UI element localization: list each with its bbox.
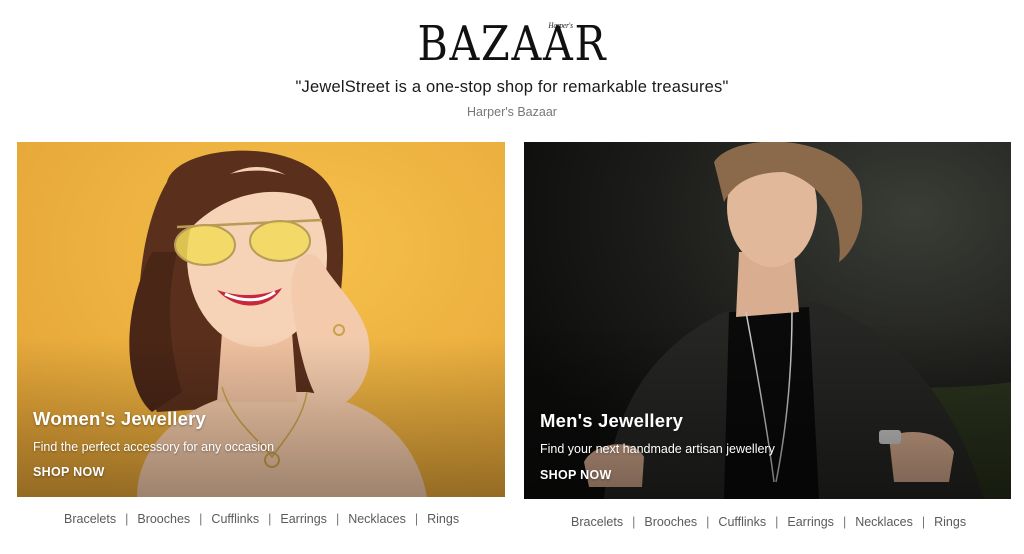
category-link-necklaces[interactable]: Necklaces: [855, 515, 913, 529]
link-separator: |: [706, 515, 710, 529]
womens-category-links: Bracelets | Brooches | Cufflinks | Earrings | Ne…: [64, 512, 459, 526]
card-subtitle: Find your next handmade artisan jeweller…: [540, 442, 775, 456]
card-subtitle: Find the perfect accessory for any occas…: [33, 440, 275, 454]
category-link-bracelets[interactable]: Bracelets: [571, 515, 623, 529]
category-link-cufflinks[interactable]: Cufflinks: [718, 515, 766, 529]
mens-category-links: Bracelets | Brooches | Cufflinks | Earrings | Ne…: [571, 515, 966, 529]
link-separator: |: [125, 512, 129, 526]
card-title: Men's Jewellery: [540, 410, 684, 431]
category-link-brooches[interactable]: Brooches: [137, 512, 190, 526]
shop-now-button[interactable]: SHOP NOW: [33, 465, 105, 479]
category-link-rings[interactable]: Rings: [934, 515, 966, 529]
category-link-rings[interactable]: Rings: [427, 512, 459, 526]
shop-now-button[interactable]: SHOP NOW: [540, 468, 612, 482]
link-separator: |: [842, 515, 847, 529]
quote-source: Harper's Bazaar: [467, 105, 557, 119]
mens-jewellery-card[interactable]: Men's Jewellery Find your next handmade …: [524, 142, 1011, 499]
category-link-bracelets[interactable]: Bracelets: [64, 512, 116, 526]
card-title: Women's Jewellery: [33, 408, 207, 429]
logo-small-text: Harper's: [548, 21, 573, 30]
press-logo-area: Harper's BAZAAR: [0, 18, 1024, 70]
press-quote: "JewelStreet is a one-stop shop for rema…: [295, 78, 729, 96]
link-separator: |: [921, 515, 926, 529]
category-link-cufflinks[interactable]: Cufflinks: [211, 512, 259, 526]
link-separator: |: [414, 512, 419, 526]
category-link-earrings[interactable]: Earrings: [280, 512, 327, 526]
link-separator: |: [268, 512, 272, 526]
category-link-necklaces[interactable]: Necklaces: [348, 512, 406, 526]
link-separator: |: [775, 515, 779, 529]
womens-jewellery-card[interactable]: Women's Jewellery Find the perfect acces…: [17, 142, 505, 497]
page: Harper's BAZAAR "JewelStreet is a one-st…: [0, 0, 1024, 554]
link-separator: |: [199, 512, 203, 526]
link-separator: |: [632, 515, 636, 529]
harpers-bazaar-logo: Harper's BAZAAR: [417, 18, 607, 70]
logo-text: BAZAAR: [417, 16, 607, 72]
category-link-earrings[interactable]: Earrings: [787, 515, 834, 529]
link-separator: |: [335, 512, 340, 526]
category-link-brooches[interactable]: Brooches: [644, 515, 697, 529]
